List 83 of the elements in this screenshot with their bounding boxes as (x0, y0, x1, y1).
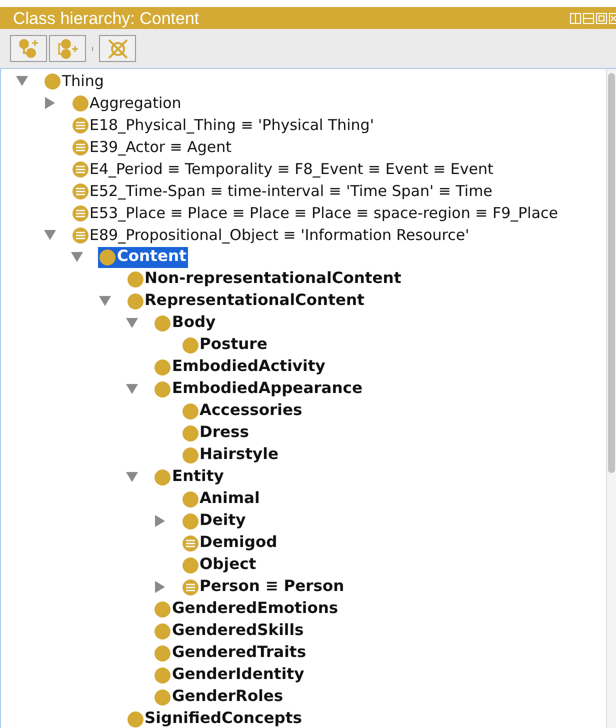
class-node[interactable]: Dress (180, 422, 251, 444)
class-icon (99, 248, 116, 266)
equivalent-class-icon (182, 578, 198, 596)
class-icon (182, 512, 198, 530)
split-horizontal-icon[interactable] (583, 12, 594, 24)
class-node[interactable]: Aggregation (70, 92, 184, 114)
class-icon (182, 336, 198, 354)
delete-class-button[interactable] (99, 35, 136, 62)
close-icon[interactable] (609, 12, 616, 24)
class-icon (126, 710, 144, 728)
class-icon (182, 446, 198, 464)
class-icon (126, 292, 144, 310)
class-node[interactable]: Non-representationalContent (126, 268, 404, 290)
split-vertical-icon[interactable] (570, 12, 581, 24)
class-icon (44, 72, 61, 90)
class-node[interactable]: E4_Period ≡ Temporality ≡ F8_Event ≡ Event ≡ Event (70, 158, 496, 180)
class-node[interactable]: Hairstyle (180, 444, 280, 466)
expand-arrow-icon[interactable] (154, 515, 166, 527)
class-icon (154, 380, 171, 398)
class-icon (154, 358, 171, 376)
class-node[interactable]: Thing (43, 70, 106, 92)
scrollbar-thumb[interactable] (608, 73, 615, 473)
equivalent-class-icon (72, 116, 88, 134)
class-node[interactable]: Content (98, 246, 188, 268)
equivalent-class-icon (72, 160, 88, 178)
class-icon (182, 402, 198, 420)
expand-arrow-icon[interactable] (44, 97, 56, 109)
equivalent-class-icon (72, 182, 88, 200)
class-node[interactable]: E52_Time-Span ≡ time-interval ≡ 'Time Span' ≡ Time (70, 180, 494, 202)
collapse-arrow-icon[interactable] (126, 317, 138, 329)
class-node[interactable]: Body (153, 312, 218, 334)
class-node[interactable]: E89_Propositional_Object ≡ 'Information Resource' (70, 224, 472, 246)
class-icon (154, 666, 171, 684)
class-node[interactable]: GenderIdentity (153, 664, 306, 686)
class-node[interactable]: Deity (180, 510, 248, 532)
equivalent-class-icon (72, 204, 88, 222)
class-node[interactable]: Person ≡ Person (180, 576, 346, 598)
class-icon (154, 600, 171, 618)
equivalent-class-icon (72, 226, 88, 244)
class-node[interactable]: Entity (153, 466, 226, 488)
add-sibling-icon (56, 38, 78, 60)
class-node[interactable]: GenderRoles (153, 686, 286, 708)
class-icon (182, 490, 198, 508)
class-node[interactable]: E18_Physical_Thing ≡ 'Physical Thing' (70, 114, 376, 136)
class-icon (182, 556, 198, 574)
class-node[interactable]: SignifiedConcepts (126, 708, 304, 728)
class-node[interactable]: E39_Actor ≡ Agent (70, 136, 234, 158)
maximize-icon[interactable] (596, 12, 607, 24)
class-node[interactable]: Accessories (180, 400, 304, 422)
equivalent-class-icon (182, 534, 198, 552)
class-icon (154, 314, 171, 332)
class-icon (154, 622, 171, 640)
collapse-arrow-icon[interactable] (16, 75, 28, 87)
class-node[interactable]: Animal (180, 488, 262, 510)
class-icon (72, 94, 88, 112)
collapse-arrow-icon[interactable] (44, 229, 56, 241)
equivalent-class-icon (72, 138, 88, 156)
scrollbar[interactable] (606, 69, 616, 728)
expand-arrow-icon[interactable] (154, 581, 166, 593)
class-node[interactable]: EmbodiedAppearance (153, 378, 364, 400)
class-node[interactable]: GenderedTraits (153, 642, 308, 664)
class-node[interactable]: RepresentationalContent (126, 290, 366, 312)
delete-class-icon (106, 38, 128, 60)
class-icon (154, 688, 171, 706)
add-subclass-button[interactable] (10, 35, 47, 62)
class-icon (126, 270, 144, 288)
collapse-arrow-icon[interactable] (98, 295, 110, 307)
class-icon (182, 424, 198, 442)
class-node[interactable]: GenderedSkills (153, 620, 306, 642)
class-node[interactable]: E53_Place ≡ Place ≡ Place ≡ Place ≡ space-region ≡ F9_Place (70, 202, 560, 224)
add-subclass-icon (18, 38, 40, 60)
class-node[interactable]: Object (180, 554, 258, 576)
collapse-arrow-icon[interactable] (126, 471, 138, 483)
collapse-arrow-icon[interactable] (71, 251, 83, 263)
class-node[interactable]: Demigod (180, 532, 280, 554)
class-node[interactable]: EmbodiedActivity (153, 356, 328, 378)
add-sibling-button[interactable] (49, 35, 86, 62)
class-node[interactable]: Posture (180, 334, 270, 356)
class-node[interactable]: GenderedEmotions (153, 598, 340, 620)
panel-title: Class hierarchy: Content (13, 10, 200, 26)
class-icon (154, 468, 171, 486)
collapse-arrow-icon[interactable] (126, 383, 138, 395)
class-icon (154, 644, 171, 662)
